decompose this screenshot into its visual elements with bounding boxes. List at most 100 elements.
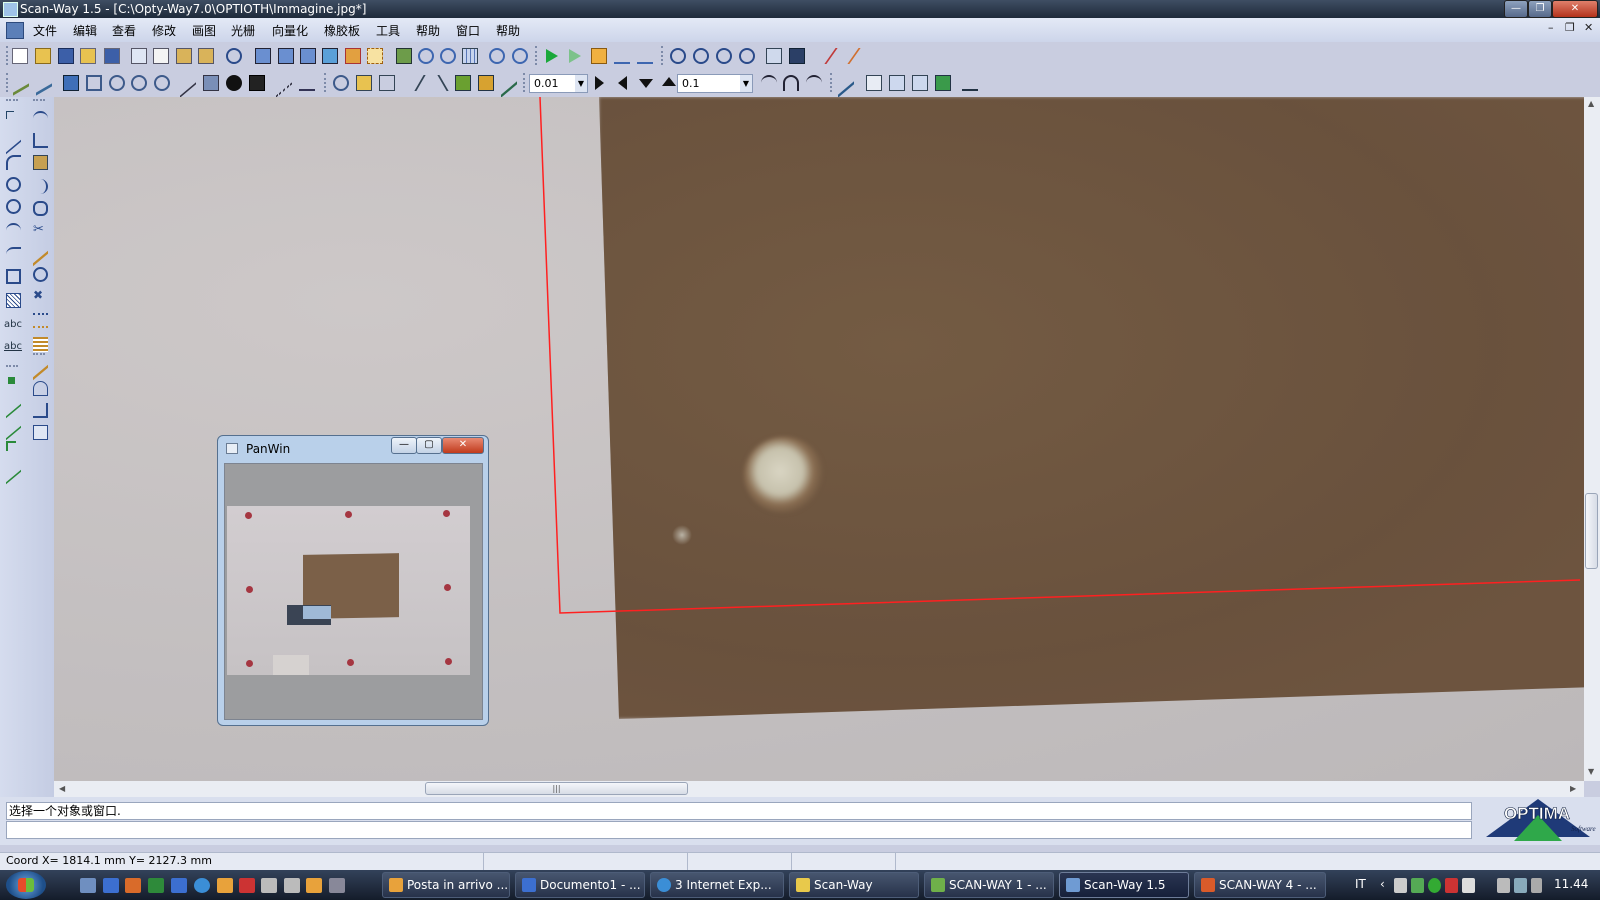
copy-icon[interactable] [153,48,169,64]
circle-3p-icon[interactable] [6,199,21,214]
tray-volume-icon[interactable] [1531,878,1542,893]
zoom-out-icon[interactable] [693,48,709,64]
document-icon[interactable] [6,22,24,39]
tray-antivirus-icon[interactable] [1445,878,1458,893]
grid-icon[interactable] [462,48,478,64]
media-player-icon[interactable] [306,878,322,893]
scroll-left-icon[interactable]: ◀ [59,784,65,793]
start-button[interactable] [6,871,46,899]
show-desktop-icon[interactable] [80,878,96,893]
invert-icon[interactable] [226,75,242,91]
move-right-icon[interactable] [595,76,604,90]
scroll-up-icon[interactable]: ▲ [1588,99,1594,108]
panwin-maximize-button[interactable]: ▢ [416,437,442,454]
pencil-icon[interactable] [396,48,412,64]
app-icon[interactable] [239,878,255,893]
break-icon[interactable]: ✖ [33,289,48,304]
threshold-icon[interactable] [249,75,265,91]
extents-icon[interactable] [789,48,805,64]
overview-view-rect[interactable] [303,606,331,619]
curve-icon[interactable] [33,111,48,126]
rotate-tool-icon[interactable] [33,267,48,282]
snap-mid-icon[interactable] [6,412,21,441]
vertical-scroll-thumb[interactable] [1585,493,1598,569]
switch-windows-icon[interactable] [103,878,119,893]
menu-edit[interactable]: 编辑 [73,22,97,39]
move-down-icon[interactable] [639,79,653,88]
quick-launch-more-icon[interactable] [329,878,345,893]
menu-draw[interactable]: 画图 [192,22,216,39]
tolerance-combo[interactable]: 0.01 ▼ [529,74,588,93]
save-dxf-icon[interactable] [104,48,120,64]
rotate-cw-icon[interactable] [761,75,777,91]
text-tool[interactable]: abc [4,319,22,330]
toolbar-grip[interactable] [6,365,18,369]
trace-icon[interactable] [276,68,292,98]
clock[interactable]: 11.44 [1554,877,1588,891]
calculator-icon[interactable] [261,878,277,893]
zoom-in-icon[interactable] [716,48,732,64]
table-icon[interactable] [912,75,928,91]
snap-center-icon[interactable] [6,441,16,451]
properties-icon[interactable] [866,75,882,91]
offset-icon[interactable] [33,179,48,194]
rectangle-icon[interactable] [6,269,21,284]
menu-help-2[interactable]: 帮助 [496,22,520,39]
calendar-icon[interactable] [284,878,300,893]
export-icon[interactable] [935,75,951,91]
regen-all-icon[interactable] [278,48,294,64]
link-icon[interactable] [418,48,434,64]
toolbar-grip[interactable] [6,46,11,65]
refresh-icon[interactable] [300,48,316,64]
edit-point-icon[interactable] [838,68,854,98]
toolbar-grip[interactable] [661,46,666,65]
task-scan-way-15[interactable]: Scan-Way 1.5 [1059,872,1189,898]
corner-icon[interactable] [33,133,48,148]
panwin-window[interactable]: PanWin — ▢ ✕ [217,435,489,726]
rotate-ccw-icon[interactable] [806,75,822,91]
paste-special-icon[interactable] [198,48,214,64]
join-lines-icon[interactable] [33,425,48,440]
open-folder-icon[interactable] [35,48,51,64]
toolbar-grip[interactable] [6,73,11,92]
polyline-icon[interactable] [6,155,21,170]
horizontal-scrollbar[interactable]: ◀ ||| ▶ [54,781,1584,797]
tray-network-icon[interactable] [1394,878,1407,893]
rotate-icon[interactable] [109,75,125,91]
print-icon[interactable] [131,48,147,64]
panwin-minimize-button[interactable]: — [391,437,417,454]
vector-polyline[interactable] [539,97,1581,614]
layer-manager-icon[interactable] [889,75,905,91]
task-documento1[interactable]: Documento1 - ... [515,872,645,898]
despeckle-icon[interactable] [203,75,219,91]
tray-sync-icon[interactable] [1411,878,1424,893]
tray-monitor-icon[interactable] [1514,878,1527,893]
task-scan-way-folder[interactable]: Scan-Way [789,872,919,898]
task-scan-way-4[interactable]: SCAN-WAY 4 - ... [1194,872,1326,898]
smooth-icon[interactable] [33,381,48,396]
scroll-down-icon[interactable]: ▼ [1588,767,1594,776]
move-up-icon[interactable] [662,77,676,86]
outlook-icon[interactable] [125,878,141,893]
pan-icon[interactable] [766,48,782,64]
panwin-close-button[interactable]: ✕ [442,437,484,454]
command-input[interactable] [6,821,1472,839]
menu-file[interactable]: 文件 [33,22,57,39]
histogram-icon[interactable] [478,75,494,91]
step-combo[interactable]: 0.1 ▼ [677,74,753,93]
task-posta-in-arrivo[interactable]: Posta in arrivo ... [382,872,510,898]
text-tool-2[interactable]: abc [4,341,22,352]
line-tool-icon[interactable] [6,126,21,155]
bubble-icon[interactable] [333,75,349,91]
straighten-icon[interactable] [33,403,48,418]
point-icon[interactable] [6,111,14,119]
menu-tools[interactable]: 工具 [376,22,400,39]
internet-explorer-icon[interactable] [194,878,210,893]
scissors-icon[interactable]: ✂ [33,223,48,238]
close-button[interactable]: ✕ [1552,0,1598,18]
panwin-overview[interactable] [224,463,483,720]
horizontal-scroll-thumb[interactable]: ||| [425,782,688,795]
open-dxf-icon[interactable] [80,48,96,64]
undo-icon[interactable] [226,48,242,64]
new-file-icon[interactable] [12,48,28,64]
